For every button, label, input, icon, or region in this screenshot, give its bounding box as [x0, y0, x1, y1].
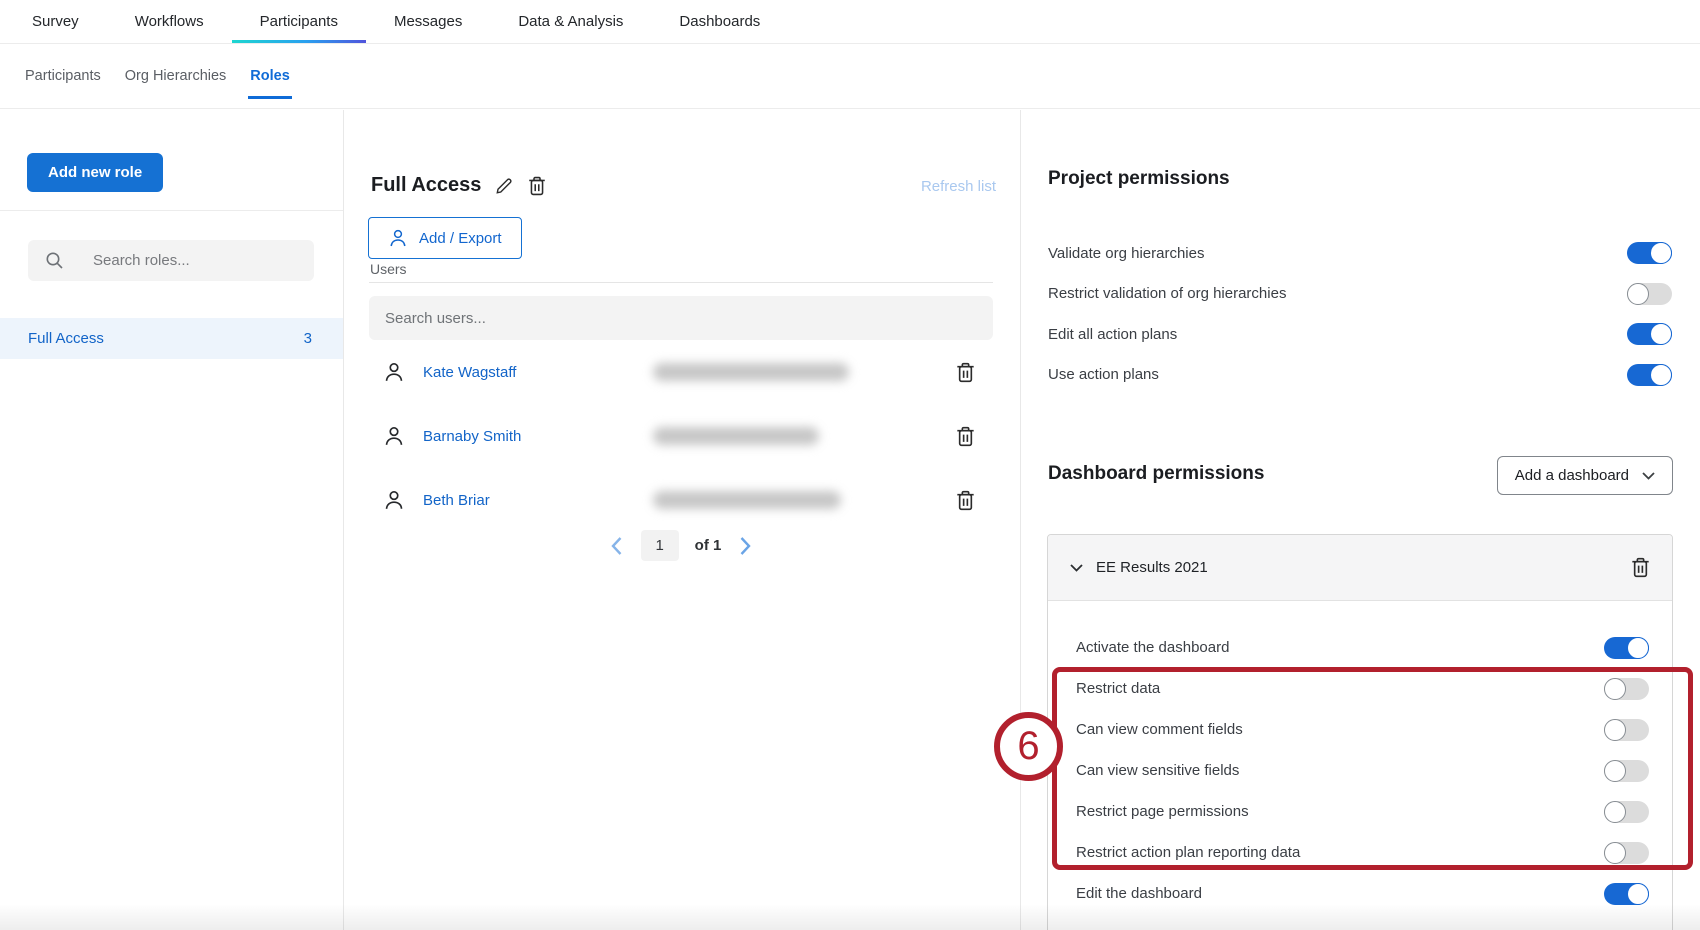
person-icon [383, 425, 405, 447]
trash-icon [956, 362, 975, 383]
previous-page-button[interactable] [608, 534, 625, 558]
tab-survey[interactable]: Survey [4, 0, 107, 43]
toggle-edit-all-action-plans[interactable] [1627, 323, 1672, 345]
trash-icon [528, 176, 546, 196]
tab-messages[interactable]: Messages [366, 0, 490, 43]
perm-row-restrict-validation: Restrict validation of org hierarchies [1048, 274, 1672, 315]
role-user-count: 3 [304, 330, 312, 347]
remove-user-button[interactable] [956, 490, 975, 511]
perm-row-edit-the-dashboard: Edit the dashboard [1048, 873, 1672, 914]
chevron-down-icon [1642, 472, 1655, 480]
toggle-can-view-comment-fields[interactable] [1604, 719, 1649, 741]
users-search-input[interactable] [385, 310, 977, 327]
user-email-redacted [653, 427, 819, 445]
dashboard-card-ee-results-2021: EE Results 2021 Activate the dashboard R… [1047, 534, 1673, 930]
dashboard-permissions-title: Dashboard permissions [1048, 463, 1264, 485]
toggle-validate-org-hierarchies[interactable] [1627, 242, 1672, 264]
perm-row-validate-org-hierarchies: Validate org hierarchies [1048, 233, 1672, 274]
tab-data-analysis[interactable]: Data & Analysis [490, 0, 651, 43]
user-email-redacted [653, 491, 841, 509]
sub-tab-bar: Participants Org Hierarchies Roles [0, 44, 1700, 109]
search-icon [45, 251, 64, 270]
chevron-down-icon [1070, 564, 1083, 572]
subtab-participants[interactable]: Participants [23, 44, 103, 108]
perm-row-edit-all-action-plans: Edit all action plans [1048, 314, 1672, 355]
users-section-label: Users [370, 261, 407, 277]
role-title: Full Access [371, 174, 481, 197]
user-row-beth-briar: Beth Briar [369, 468, 993, 532]
remove-user-button[interactable] [956, 362, 975, 383]
next-page-button[interactable] [737, 534, 754, 558]
project-permissions-title: Project permissions [1048, 168, 1230, 190]
divider [369, 282, 993, 283]
add-export-button[interactable]: Add / Export [368, 217, 522, 259]
permissions-panel: Project permissions Validate org hierarc… [1022, 110, 1700, 930]
user-name-link[interactable]: Kate Wagstaff [423, 364, 595, 381]
page-count-label: of 1 [695, 537, 722, 554]
trash-icon [956, 426, 975, 447]
divider [0, 210, 343, 211]
tab-workflows[interactable]: Workflows [107, 0, 232, 43]
edit-role-button[interactable] [495, 176, 514, 195]
dashboard-name: EE Results 2021 [1096, 559, 1208, 576]
pencil-icon [495, 176, 514, 195]
role-name: Full Access [28, 330, 104, 347]
perm-row-use-action-plans: Use action plans [1048, 355, 1672, 396]
tab-dashboards[interactable]: Dashboards [651, 0, 788, 43]
toggle-restrict-data[interactable] [1604, 678, 1649, 700]
refresh-list-link[interactable]: Refresh list [921, 178, 996, 195]
add-dashboard-dropdown[interactable]: Add a dashboard [1497, 456, 1673, 495]
user-name-link[interactable]: Barnaby Smith [423, 428, 595, 445]
toggle-restrict-action-plan-reporting-data[interactable] [1604, 842, 1649, 864]
chevron-right-icon [739, 536, 752, 556]
roles-list-panel: Add new role Full Access 3 [0, 110, 344, 930]
perm-row-can-view-sensitive-fields: Can view sensitive fields [1048, 750, 1672, 791]
dashboard-card-header[interactable]: EE Results 2021 [1048, 535, 1672, 601]
role-list-item-full-access[interactable]: Full Access 3 [0, 318, 343, 359]
user-row-kate-wagstaff: Kate Wagstaff [369, 340, 993, 404]
toggle-use-action-plans[interactable] [1627, 364, 1672, 386]
subtab-roles[interactable]: Roles [248, 44, 292, 108]
toggle-restrict-page-permissions[interactable] [1604, 801, 1649, 823]
content-area: Add new role Full Access 3 Full Access [0, 110, 1700, 930]
trash-icon [1631, 557, 1650, 578]
role-detail-header: Full Access [371, 174, 546, 197]
person-icon [383, 489, 405, 511]
trash-icon [956, 490, 975, 511]
user-row-barnaby-smith: Barnaby Smith [369, 404, 993, 468]
perm-row-restrict-page-permissions: Restrict page permissions [1048, 791, 1672, 832]
toggle-can-view-sensitive-fields[interactable] [1604, 760, 1649, 782]
toggle-restrict-validation[interactable] [1627, 283, 1672, 305]
toggle-edit-the-dashboard[interactable] [1604, 883, 1649, 905]
person-icon [388, 228, 408, 248]
delete-dashboard-button[interactable] [1631, 557, 1650, 578]
subtab-org-hierarchies[interactable]: Org Hierarchies [123, 44, 229, 108]
delete-role-button[interactable] [528, 176, 546, 196]
users-pagination: 1 of 1 [369, 530, 993, 561]
perm-row-can-view-comment-fields: Can view comment fields [1048, 709, 1672, 750]
current-page-box[interactable]: 1 [641, 530, 679, 561]
user-name-link[interactable]: Beth Briar [423, 492, 595, 509]
role-detail-panel: Full Access Refresh list Add / Export Us… [345, 110, 1021, 930]
person-icon [383, 361, 405, 383]
add-new-role-button[interactable]: Add new role [27, 153, 163, 192]
perm-row-restrict-data: Restrict data [1048, 668, 1672, 709]
participants-roles-page: Survey Workflows Participants Messages D… [0, 0, 1700, 930]
roles-search-box [28, 240, 314, 281]
project-permissions-list: Validate org hierarchies Restrict valida… [1048, 233, 1672, 395]
roles-search-input[interactable] [93, 252, 293, 269]
chevron-left-icon [610, 536, 623, 556]
users-search-box [369, 296, 993, 340]
main-tab-bar: Survey Workflows Participants Messages D… [0, 0, 1700, 44]
tab-participants[interactable]: Participants [232, 0, 366, 43]
remove-user-button[interactable] [956, 426, 975, 447]
dashboard-card-body: Activate the dashboard Restrict data Can… [1048, 601, 1672, 914]
perm-row-activate-the-dashboard: Activate the dashboard [1048, 627, 1672, 668]
user-email-redacted [653, 363, 849, 381]
toggle-activate-the-dashboard[interactable] [1604, 637, 1649, 659]
perm-row-restrict-action-plan-reporting-data: Restrict action plan reporting data [1048, 832, 1672, 873]
user-list: Kate Wagstaff Barnaby Smith Be [369, 340, 993, 532]
